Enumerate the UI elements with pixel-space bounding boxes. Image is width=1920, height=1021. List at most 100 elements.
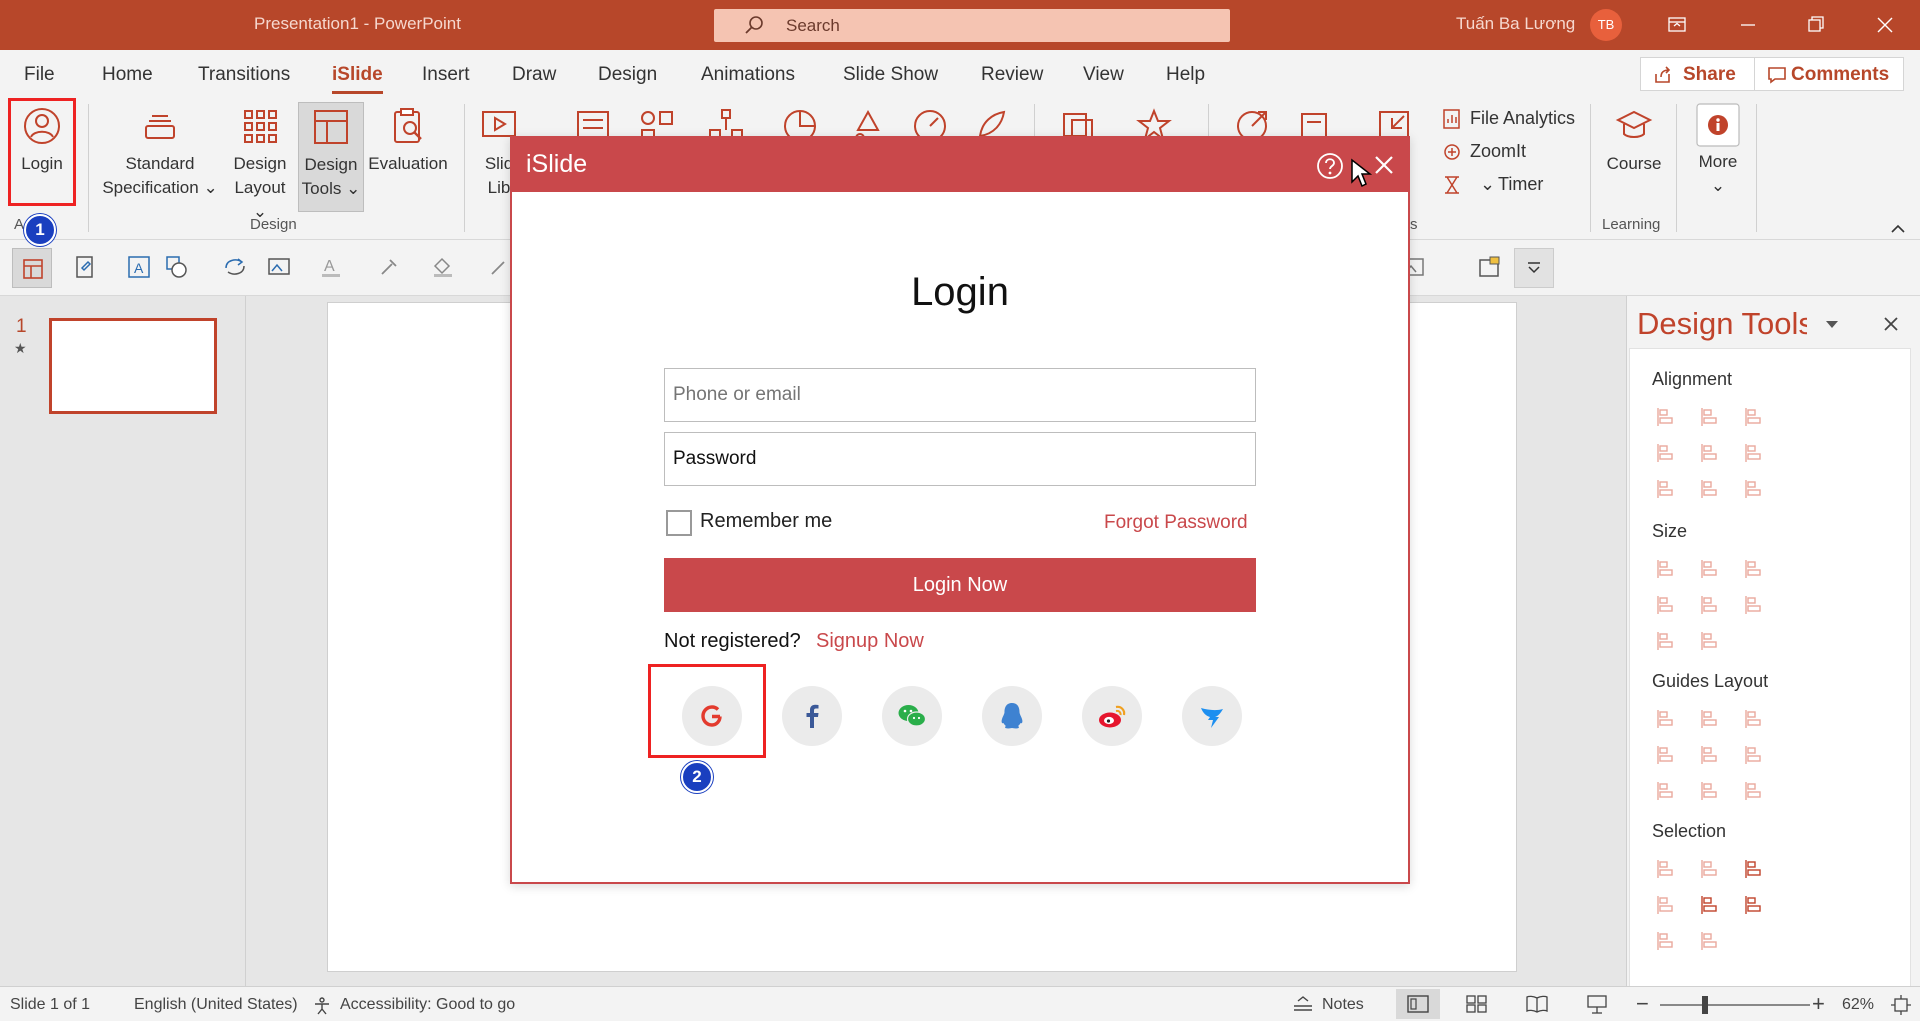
evaluation-button[interactable]: Evaluation bbox=[366, 106, 450, 176]
standard-specification-button[interactable]: Standard Specification ⌄ bbox=[98, 106, 222, 200]
design-tool-icon[interactable] bbox=[1700, 743, 1724, 767]
design-tool-icon[interactable] bbox=[1656, 893, 1680, 917]
password-input[interactable] bbox=[664, 432, 1256, 486]
user-name[interactable]: Tuấn Ba Lương bbox=[1456, 14, 1575, 34]
tab-file[interactable]: File bbox=[24, 64, 55, 86]
share-button[interactable]: Share bbox=[1640, 57, 1758, 91]
slide-sorter-icon[interactable] bbox=[1466, 995, 1488, 1013]
design-tool-icon[interactable] bbox=[1656, 557, 1680, 581]
design-tools-button[interactable]: Design Tools ⌄ bbox=[298, 102, 364, 212]
design-tool-icon[interactable] bbox=[1656, 707, 1680, 731]
picture-frame-icon[interactable] bbox=[1476, 254, 1502, 280]
more-button[interactable]: More ⌄ bbox=[1690, 102, 1746, 198]
accessibility-status[interactable]: Accessibility: Good to go bbox=[340, 996, 515, 1014]
picture-icon[interactable] bbox=[266, 254, 292, 280]
avatar[interactable]: TB bbox=[1590, 9, 1622, 41]
design-tool-icon[interactable] bbox=[1656, 743, 1680, 767]
course-button[interactable]: Course bbox=[1598, 106, 1670, 176]
tab-help[interactable]: Help bbox=[1166, 64, 1205, 86]
slide-thumbnail[interactable] bbox=[49, 318, 217, 414]
facebook-login-button[interactable] bbox=[782, 686, 842, 746]
design-tool-icon[interactable] bbox=[1744, 707, 1768, 731]
design-tool-icon[interactable] bbox=[1656, 405, 1680, 429]
design-tool-icon[interactable] bbox=[1744, 557, 1768, 581]
design-tool-icon[interactable] bbox=[1700, 557, 1724, 581]
zoom-slider-thumb[interactable] bbox=[1702, 996, 1708, 1014]
notes-button[interactable]: Notes bbox=[1322, 996, 1364, 1014]
design-tool-icon[interactable] bbox=[1700, 629, 1724, 653]
design-tool-icon[interactable] bbox=[1700, 779, 1724, 803]
design-tool-icon[interactable] bbox=[1744, 593, 1768, 617]
design-tool-icon[interactable] bbox=[1700, 405, 1724, 429]
pane-options-chevron-icon[interactable] bbox=[1825, 320, 1839, 330]
file-analytics-button[interactable]: File Analytics bbox=[1442, 108, 1602, 132]
design-tool-icon[interactable] bbox=[1744, 477, 1768, 501]
remember-me-label[interactable]: Remember me bbox=[700, 510, 832, 533]
font-color-icon[interactable]: A bbox=[318, 254, 344, 280]
tab-home[interactable]: Home bbox=[102, 64, 153, 86]
pen-icon[interactable] bbox=[486, 254, 512, 280]
zoomit-button[interactable]: ZoomIt bbox=[1442, 141, 1562, 165]
design-layout-button[interactable]: Design Layout ⌄ bbox=[226, 106, 294, 224]
layout-toggle-button[interactable] bbox=[12, 248, 52, 288]
arrange-icon[interactable] bbox=[222, 254, 248, 280]
ribbon-display-options-button[interactable] bbox=[1662, 10, 1692, 40]
tab-review[interactable]: Review bbox=[981, 64, 1043, 86]
fill-color-icon[interactable] bbox=[430, 254, 456, 280]
design-tool-icon[interactable] bbox=[1744, 779, 1768, 803]
reading-view-icon[interactable] bbox=[1526, 995, 1548, 1013]
qq-login-button[interactable] bbox=[982, 686, 1042, 746]
design-tool-icon[interactable] bbox=[1656, 441, 1680, 465]
signup-now-link[interactable]: Signup Now bbox=[816, 630, 924, 653]
tab-islide[interactable]: iSlide bbox=[332, 64, 383, 94]
timer-button[interactable]: Timer ⌄ bbox=[1442, 174, 1562, 198]
design-tool-icon[interactable] bbox=[1744, 441, 1768, 465]
wechat-login-button[interactable] bbox=[882, 686, 942, 746]
design-tool-icon[interactable] bbox=[1656, 779, 1680, 803]
remember-me-checkbox[interactable] bbox=[666, 510, 692, 536]
toolbar-overflow-button[interactable] bbox=[1514, 248, 1554, 288]
forgot-password-link[interactable]: Forgot Password bbox=[1104, 512, 1248, 534]
restore-button[interactable] bbox=[1801, 10, 1831, 40]
design-tool-icon[interactable] bbox=[1656, 629, 1680, 653]
phone-email-input[interactable] bbox=[664, 368, 1256, 422]
tab-slide-show[interactable]: Slide Show bbox=[843, 64, 938, 86]
zoom-out-button[interactable]: − bbox=[1636, 991, 1649, 1017]
design-tool-icon[interactable] bbox=[1656, 857, 1680, 881]
search-box[interactable]: Search bbox=[714, 9, 1230, 42]
design-tool-icon[interactable] bbox=[1744, 857, 1768, 881]
document-edit-icon[interactable] bbox=[72, 254, 98, 280]
zoom-level[interactable]: 62% bbox=[1842, 996, 1874, 1014]
design-tool-icon[interactable] bbox=[1744, 405, 1768, 429]
design-tool-icon[interactable] bbox=[1700, 893, 1724, 917]
comments-button[interactable]: Comments bbox=[1754, 57, 1904, 91]
design-tool-icon[interactable] bbox=[1656, 477, 1680, 501]
close-dialog-icon[interactable] bbox=[1372, 153, 1396, 177]
zoom-in-button[interactable]: + bbox=[1812, 991, 1825, 1017]
design-tool-icon[interactable] bbox=[1700, 707, 1724, 731]
close-pane-icon[interactable] bbox=[1883, 316, 1899, 332]
dingtalk-login-button[interactable] bbox=[1182, 686, 1242, 746]
slideshow-icon[interactable] bbox=[1586, 994, 1608, 1014]
help-icon[interactable] bbox=[1316, 152, 1344, 180]
zoom-slider[interactable] bbox=[1660, 1004, 1810, 1006]
weibo-login-button[interactable] bbox=[1082, 686, 1142, 746]
eyedropper-icon[interactable] bbox=[376, 254, 402, 280]
shapes-icon[interactable] bbox=[164, 254, 190, 280]
design-tool-icon[interactable] bbox=[1656, 593, 1680, 617]
tab-insert[interactable]: Insert bbox=[422, 64, 470, 86]
design-tool-icon[interactable] bbox=[1700, 929, 1724, 953]
tab-animations[interactable]: Animations bbox=[701, 64, 795, 86]
minimize-button[interactable] bbox=[1733, 10, 1763, 40]
login-now-button[interactable]: Login Now bbox=[664, 558, 1256, 612]
text-box-icon[interactable]: A bbox=[126, 254, 152, 280]
design-tool-icon[interactable] bbox=[1700, 441, 1724, 465]
design-tool-icon[interactable] bbox=[1656, 929, 1680, 953]
tab-design[interactable]: Design bbox=[598, 64, 657, 86]
design-tool-icon[interactable] bbox=[1700, 857, 1724, 881]
tab-draw[interactable]: Draw bbox=[512, 64, 556, 86]
design-tool-icon[interactable] bbox=[1700, 593, 1724, 617]
design-tool-icon[interactable] bbox=[1744, 893, 1768, 917]
tab-view[interactable]: View bbox=[1083, 64, 1124, 86]
tab-transitions[interactable]: Transitions bbox=[198, 64, 290, 86]
